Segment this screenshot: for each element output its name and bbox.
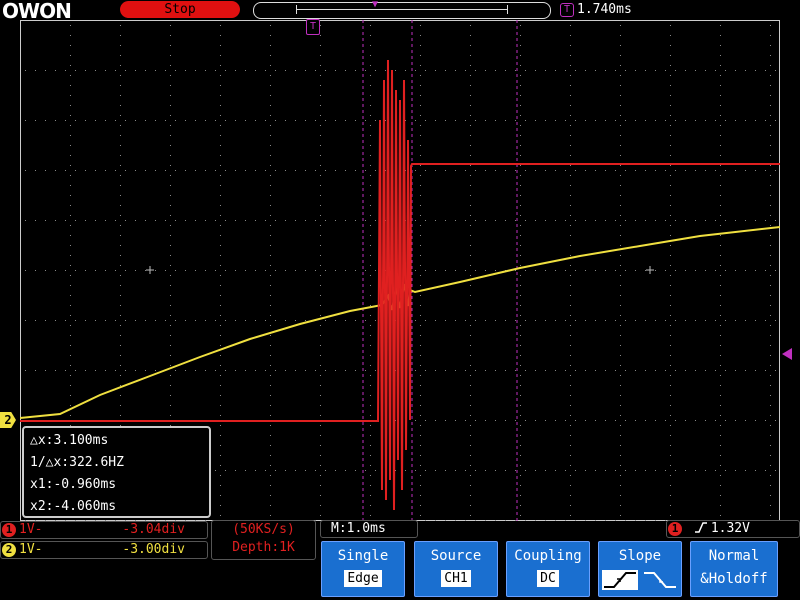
memory-depth: Depth:1K bbox=[232, 540, 295, 555]
sample-rate: (50KS/s) bbox=[232, 522, 295, 537]
ch1-offset: -3.04div bbox=[122, 522, 185, 537]
ch2-volts-per-div: 1V- bbox=[19, 542, 43, 557]
run-stop-status[interactable]: Stop bbox=[120, 1, 240, 18]
ch1-badge-icon: 1 bbox=[2, 523, 16, 537]
menu-slope[interactable]: Slope bbox=[598, 541, 682, 597]
menu-mode-title: Normal bbox=[708, 548, 760, 564]
slope-options bbox=[599, 570, 681, 590]
ch2-ground-marker-icon[interactable]: 2 bbox=[0, 412, 16, 428]
acquisition-info: (50KS/s) Depth:1K bbox=[211, 520, 316, 560]
menu-source-title: Source bbox=[430, 548, 482, 564]
menu-mode[interactable]: Normal &Holdoff bbox=[690, 541, 778, 597]
cursor-frequency: 1/△x:322.6HZ bbox=[30, 455, 124, 470]
ch2-offset: -3.00div bbox=[122, 542, 185, 557]
ch2-badge-icon: 2 bbox=[2, 543, 16, 557]
menu-mode-value: &Holdoff bbox=[700, 571, 768, 587]
menu-slope-title: Slope bbox=[618, 548, 662, 564]
trigger-point-indicator-icon: ▼ bbox=[372, 0, 379, 10]
ch1-info[interactable]: 1 1V- -3.04div bbox=[0, 521, 208, 539]
display-window-indicator bbox=[296, 5, 508, 14]
cursor-x2: x2:-4.060ms bbox=[30, 499, 117, 514]
cursor-delta-x: △x:3.100ms bbox=[30, 433, 109, 448]
menu-source[interactable]: Source CH1 bbox=[414, 541, 498, 597]
trigger-info[interactable]: 1 1.32V bbox=[666, 520, 800, 538]
trigger-position-value: 1.740ms bbox=[577, 2, 632, 17]
cursor-measurement-panel: △x:3.100ms 1/△x:322.6HZ x1:-0.960ms x2:-… bbox=[22, 426, 211, 518]
ch1-volts-per-div: 1V- bbox=[19, 522, 43, 537]
trigger-level: 1.32V bbox=[710, 521, 750, 536]
menu-coupling-title: Coupling bbox=[514, 548, 582, 564]
menu-coupling[interactable]: Coupling DC bbox=[506, 541, 590, 597]
cursor-x1: x1:-0.960ms bbox=[30, 477, 117, 492]
trigger-level-arrow-icon[interactable] bbox=[782, 348, 792, 360]
timebase-readout[interactable]: M:1.0ms bbox=[320, 520, 418, 538]
memory-position-bar: ▼ bbox=[253, 0, 551, 19]
menu-trigger-type[interactable]: Single Edge bbox=[321, 541, 405, 597]
falling-slope-icon[interactable] bbox=[642, 570, 678, 590]
menu-trigger-type-title: Single bbox=[337, 548, 389, 564]
ch2-info[interactable]: 2 1V- -3.00div bbox=[0, 541, 208, 559]
rising-edge-icon bbox=[694, 522, 707, 533]
trigger-time-icon: T bbox=[560, 3, 574, 17]
top-status-bar: OWON Stop ▼ T 1.740ms bbox=[0, 0, 800, 23]
menu-source-value: CH1 bbox=[441, 570, 471, 587]
trigger-time-marker-icon: T bbox=[306, 19, 320, 35]
menu-trigger-type-value: Edge bbox=[344, 570, 382, 587]
trigger-source-badge-icon: 1 bbox=[668, 522, 682, 536]
menu-coupling-value: DC bbox=[537, 570, 559, 587]
rising-slope-icon[interactable] bbox=[602, 570, 638, 590]
trigger-position-readout: T 1.740ms bbox=[560, 2, 632, 17]
